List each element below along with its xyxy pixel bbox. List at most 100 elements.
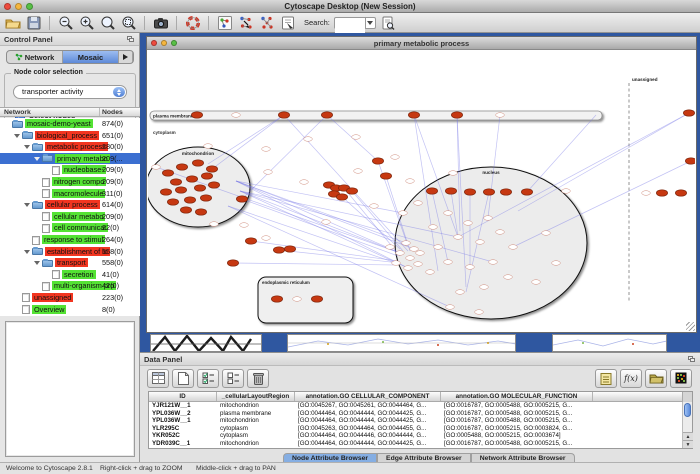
table-cell[interactable]: [GO:0044464, GO:0044444, GO:0044425, G..… [295, 417, 441, 425]
tree-row[interactable]: cell communicat22(0) [0, 222, 140, 234]
function-builder-button[interactable]: f(x) [620, 369, 642, 388]
search-combobox[interactable] [334, 17, 376, 29]
tree-row[interactable]: response to stimul264(0) [0, 234, 140, 246]
zoom-in-icon[interactable] [78, 14, 95, 31]
network-edge[interactable] [208, 115, 284, 164]
column-header[interactable]: annotation.GO CELLULAR_COMPONENT [295, 392, 441, 401]
open-file-icon[interactable] [4, 14, 21, 31]
network-node-selected-color[interactable] [227, 260, 238, 266]
table-cell[interactable]: [GO:0016787, GO:0005488, GO:0005215, G..… [441, 440, 593, 448]
network-node[interactable] [406, 179, 415, 184]
table-cell[interactable]: YPL036W__1 [149, 417, 217, 425]
table-cell[interactable]: mitochondrion [217, 402, 295, 410]
network-node-selected-color[interactable] [170, 179, 181, 185]
table-row[interactable]: YDR039C__1mitochondrion[GO:0044464, GO:0… [149, 440, 692, 448]
table-cell[interactable]: [GO:0016787, GO:0005488, GO:0005215, G..… [441, 410, 593, 418]
float-panel-icon[interactable] [127, 36, 135, 43]
network-node[interactable] [262, 236, 271, 241]
network-node[interactable] [496, 113, 505, 118]
table-cell[interactable] [593, 417, 683, 425]
network-node[interactable] [392, 261, 401, 266]
table-cell[interactable]: [GO:0044464, GO:0044444, GO:0044425, G..… [295, 440, 441, 448]
network-node-selected-color[interactable] [683, 110, 694, 116]
tree-row[interactable]: nitrogen compo209(0) [0, 176, 140, 188]
help-lifering-icon[interactable] [184, 14, 201, 31]
table-cell[interactable]: [GO:0045267, GO:0045261, GO:0044464, G..… [295, 402, 441, 410]
network-node[interactable] [464, 221, 473, 226]
tree-row[interactable]: cellular process614(0) [0, 199, 140, 211]
dropdown-stepper-icon[interactable] [113, 87, 125, 97]
network-node[interactable] [354, 169, 363, 174]
tree-row[interactable]: unassigned223(0) [0, 292, 140, 304]
tab-network[interactable]: Network [7, 51, 63, 63]
network-node-selected-color[interactable] [656, 190, 667, 196]
background-window[interactable] [150, 334, 262, 352]
network-node-selected-color[interactable] [521, 189, 532, 195]
network-node[interactable] [414, 201, 423, 206]
save-icon[interactable] [25, 14, 42, 31]
network-node[interactable] [454, 235, 463, 240]
table-cell[interactable]: [GO:0005488, GO:0005215, GO:0003674] [441, 432, 593, 440]
network-node[interactable] [446, 305, 455, 310]
table-vertical-scrollbar[interactable]: ▲ ▼ [682, 402, 692, 448]
tree-row[interactable]: metabolic process280(0) [0, 141, 140, 153]
tree-row[interactable]: primary metabo209(... [0, 153, 140, 165]
network-node[interactable] [480, 285, 489, 290]
table-cell[interactable]: mitochondrion [217, 440, 295, 448]
tree-row[interactable]: multi-organism pro42(0) [0, 280, 140, 292]
network-node-selected-color[interactable] [311, 296, 322, 302]
apply-vizmap-icon[interactable] [258, 14, 275, 31]
zoom-fit-icon[interactable] [99, 14, 116, 31]
network-node[interactable] [466, 265, 475, 270]
notes-button[interactable] [595, 369, 617, 388]
network-node[interactable] [404, 266, 413, 271]
network-node[interactable] [434, 245, 443, 250]
tab-mosaic[interactable]: Mosaic [63, 51, 119, 63]
tree-expand-triangle-icon[interactable] [14, 130, 22, 142]
network-node-selected-color[interactable] [245, 238, 256, 244]
tree-row[interactable]: transport558(0) [0, 257, 140, 269]
tree-expand-triangle-icon[interactable] [34, 257, 42, 269]
search-dropdown-arrow[interactable] [365, 18, 375, 28]
table-cell[interactable]: cytoplasm [217, 432, 295, 440]
network-node-selected-color[interactable] [191, 112, 202, 118]
table-cell[interactable]: [GO:0044464, GO:0044446, GO:0044444, G..… [295, 432, 441, 440]
network-node-selected-color[interactable] [500, 189, 511, 195]
network-node[interactable] [396, 251, 405, 256]
tree-row[interactable]: establishment of lo558(0) [0, 246, 140, 258]
network-node-selected-color[interactable] [194, 185, 205, 191]
network-node[interactable] [642, 191, 651, 196]
network-edge[interactable] [279, 250, 400, 263]
network-node-selected-color[interactable] [176, 164, 187, 170]
network-node[interactable] [484, 216, 493, 221]
network-node[interactable] [391, 155, 400, 160]
network-node-selected-color[interactable] [167, 199, 178, 205]
select-attributes-button[interactable] [147, 369, 169, 388]
network-node[interactable] [406, 256, 415, 261]
delete-attribute-trash-button[interactable] [247, 369, 269, 388]
network-edge[interactable] [212, 115, 284, 169]
tree-expand-triangle-icon[interactable] [34, 153, 42, 165]
network-node[interactable] [399, 211, 408, 216]
network-node-selected-color[interactable] [336, 194, 347, 200]
network-node-selected-color[interactable] [200, 195, 211, 201]
column-header[interactable] [593, 392, 683, 401]
network-node-selected-color[interactable] [180, 207, 191, 213]
scrollbar-thumb[interactable] [684, 403, 691, 417]
table-row[interactable]: YLR295Ccytoplasm[GO:0045263, GO:0044464,… [149, 425, 692, 433]
network-node[interactable] [489, 260, 498, 265]
table-cell[interactable]: [GO:0016787, GO:0005488, GO:0005215, G..… [441, 402, 593, 410]
network-node-selected-color[interactable] [408, 112, 419, 118]
network-node-selected-color[interactable] [201, 173, 212, 179]
table-cell[interactable]: plasma membrane [217, 410, 295, 418]
network-node[interactable] [210, 222, 219, 227]
network-node-selected-color[interactable] [451, 112, 462, 118]
table-cell[interactable]: [GO:0016787, GO:0005215, GO:0003824, G..… [441, 425, 593, 433]
float-panel-icon[interactable] [688, 356, 696, 363]
table-cell[interactable]: YPL036W__2 [149, 410, 217, 418]
network-edge[interactable] [242, 115, 327, 199]
network-node-selected-color[interactable] [372, 158, 383, 164]
network-node[interactable] [232, 113, 241, 118]
network-node-selected-color[interactable] [346, 188, 357, 194]
network-edge[interactable] [236, 181, 406, 243]
